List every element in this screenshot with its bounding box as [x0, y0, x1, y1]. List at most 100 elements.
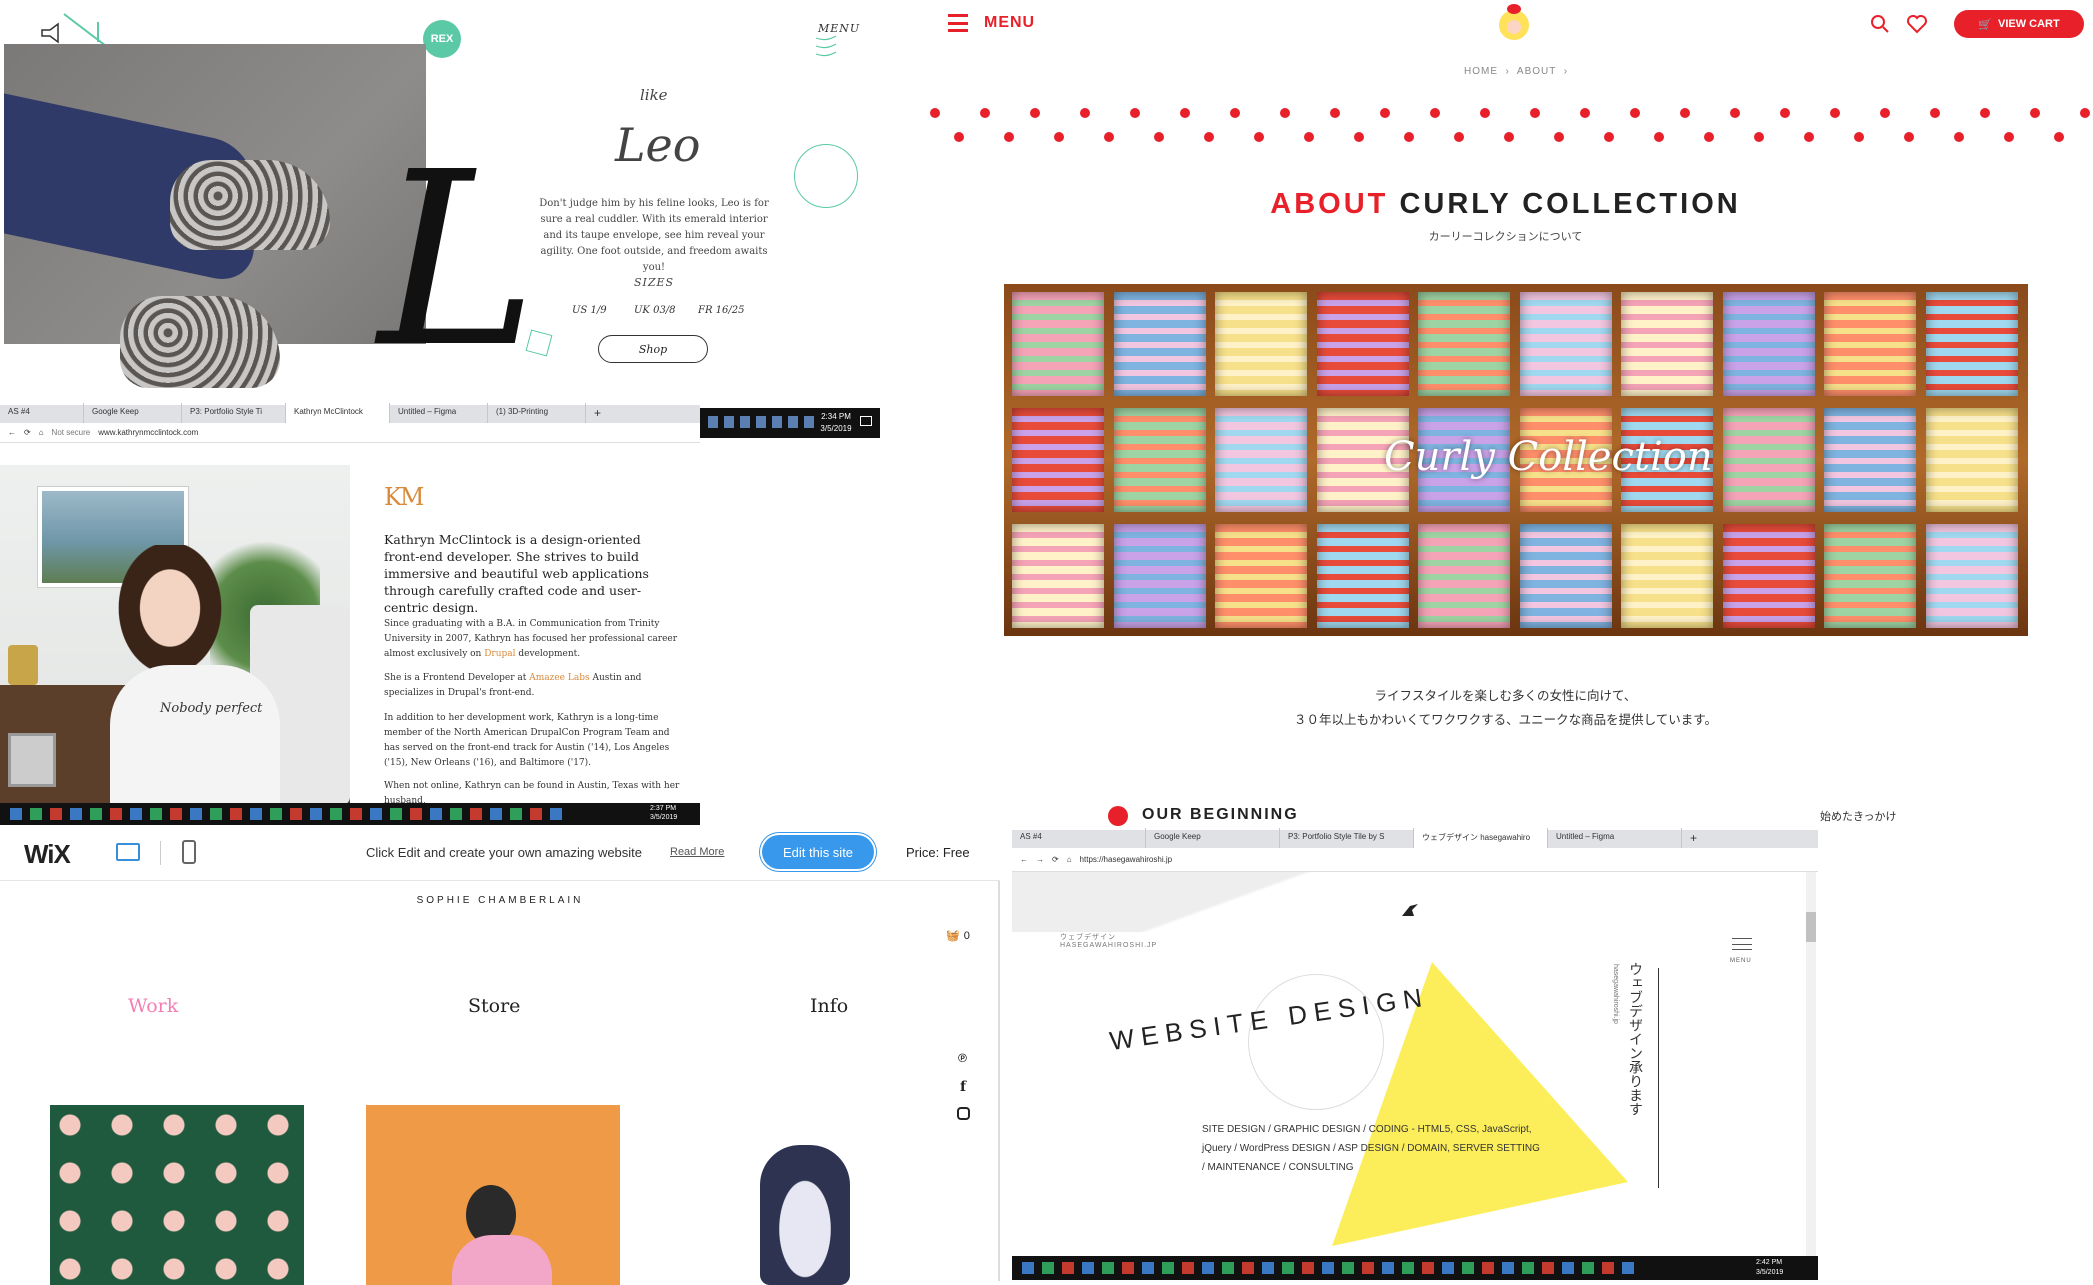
shelf-cubby: [1418, 524, 1510, 628]
notification-icon[interactable]: [860, 416, 872, 426]
km-logo[interactable]: KM: [384, 483, 424, 511]
size-uk[interactable]: UK 03/8: [634, 305, 676, 316]
menu-label[interactable]: MENU: [1730, 958, 1752, 964]
size-fr[interactable]: FR 16/25: [698, 305, 744, 316]
hamburger-line: [948, 29, 968, 32]
nav-work[interactable]: Work: [128, 995, 178, 1017]
scrollbar-thumb[interactable]: [1806, 912, 1816, 942]
polka-dot: [1354, 132, 1364, 142]
shelf-cubby: [1621, 524, 1713, 628]
browser-tab[interactable]: AS #4: [0, 403, 84, 423]
browser-tab[interactable]: AS #4: [1012, 828, 1146, 848]
bio-paragraph-3: In addition to her development work, Kat…: [384, 713, 670, 768]
shelf-cubby: [1012, 524, 1104, 628]
nav-info[interactable]: Info: [810, 995, 848, 1017]
polka-dot: [1830, 108, 1840, 118]
browser-tab[interactable]: Google Keep: [1146, 828, 1280, 848]
polka-dot: [1430, 108, 1440, 118]
scrollbar[interactable]: [1806, 872, 1816, 1256]
description: ライフスタイルを楽しむ多くの女性に向けて、 ３０年以上もかわいくてワクワクする、…: [918, 684, 2093, 732]
scrollbar[interactable]: [998, 881, 1000, 1281]
browser-tab[interactable]: Google Keep: [84, 403, 182, 423]
shop-button[interactable]: Shop: [598, 335, 708, 363]
back-icon[interactable]: ←: [8, 428, 16, 437]
new-tab-icon[interactable]: +: [586, 403, 609, 423]
reload-icon[interactable]: ⟳: [24, 428, 31, 437]
bird-icon[interactable]: [1400, 900, 1420, 920]
mobile-view-icon[interactable]: [182, 840, 196, 864]
tray-icons[interactable]: [708, 416, 818, 428]
browser-tab[interactable]: Untitled – Figma: [1548, 828, 1682, 848]
cart-widget[interactable]: 🧺 0: [946, 929, 970, 943]
price-label: Price: Free: [906, 845, 970, 860]
search-icon[interactable]: [1870, 14, 1890, 34]
hamburger-icon[interactable]: [1732, 938, 1752, 950]
services-line-2: jQuery / WordPress DESIGN / ASP DESIGN /…: [1202, 1143, 1540, 1154]
wix-logo[interactable]: WiX: [24, 839, 71, 870]
taskbar-app-icons[interactable]: [1022, 1262, 1642, 1274]
shelf-cubby: [1722, 292, 1815, 396]
curly-site-panel: MENU 🛒 VIEW CART HOME › ABOUT › ABOUT CUR…: [918, 0, 2093, 800]
breadcrumb: HOME › ABOUT ›: [1464, 66, 1569, 77]
wix-site-panel: WiX Click Edit and create your own amazi…: [0, 825, 1000, 1285]
heart-icon[interactable]: [1906, 14, 1928, 34]
pinterest-icon[interactable]: ℗: [958, 1051, 967, 1065]
section-subtitle: 始めたきっかけ: [1820, 811, 1897, 823]
clown-logo[interactable]: [1489, 4, 1539, 50]
read-more-link[interactable]: Read More: [670, 846, 724, 858]
logo-bow: [1507, 4, 1521, 14]
home-icon[interactable]: ⌂: [39, 428, 44, 437]
work-thumbnail-portrait[interactable]: [366, 1105, 620, 1285]
view-cart-button[interactable]: 🛒 VIEW CART: [1954, 10, 2084, 38]
polka-dot: [2054, 132, 2064, 142]
shelf-cubby: [1925, 292, 2018, 396]
new-tab-icon[interactable]: +: [1682, 828, 1705, 848]
url-text[interactable]: https://hasegawahiroshi.jp: [1080, 855, 1173, 864]
speaker-icon[interactable]: [38, 8, 118, 44]
polka-dot: [930, 108, 940, 118]
hamburger-line: [1732, 944, 1752, 945]
forward-icon[interactable]: →: [1036, 855, 1044, 864]
site-logo[interactable]: ウェブデザイン HASEGAWAHIROSHI.JP: [1060, 932, 1157, 949]
site-name[interactable]: SOPHIE CHAMBERLAIN: [0, 895, 1000, 906]
polka-dot: [1004, 132, 1014, 142]
amazee-link[interactable]: Amazee Labs: [529, 673, 589, 683]
reload-icon[interactable]: ⟳: [1052, 855, 1059, 864]
cart-count: 0: [963, 929, 970, 942]
desktop-view-icon[interactable]: [116, 843, 140, 861]
browser-tab[interactable]: Untitled – Figma: [390, 403, 488, 423]
back-icon[interactable]: ←: [1020, 855, 1028, 864]
menu-link[interactable]: MENU: [984, 14, 1035, 32]
polka-dot: [2030, 108, 2040, 118]
facebook-icon[interactable]: f: [960, 1079, 966, 1095]
address-bar-1[interactable]: ← ⟳ ⌂ Not secure www.kathrynmcclintock.c…: [0, 423, 700, 443]
browser-tab[interactable]: P3: Portfolio Style Ti: [182, 403, 286, 423]
nav-store[interactable]: Store: [468, 995, 520, 1017]
shirt-text: Nobody perfect: [160, 701, 263, 716]
polka-dot: [1254, 132, 1264, 142]
breadcrumb-home[interactable]: HOME: [1464, 66, 1498, 77]
taskbar-app-icons[interactable]: [10, 808, 570, 820]
hamburger-icon[interactable]: [948, 14, 968, 32]
portrait-photo: Nobody perfect: [0, 465, 350, 805]
browser-tab[interactable]: P3: Portfolio Style Tile by S: [1280, 828, 1414, 848]
browser-tab-active[interactable]: ウェブデザイン hasegawahiro: [1414, 828, 1548, 848]
browser-tab[interactable]: (1) 3D-Printing: [488, 403, 586, 423]
browser-tab-active[interactable]: Kathryn McClintock: [286, 403, 390, 423]
shelf-cubby: [1215, 524, 1307, 628]
page-title: ABOUT CURLY COLLECTION: [918, 188, 2093, 221]
polka-dot: [1380, 108, 1390, 118]
breadcrumb-about[interactable]: ABOUT: [1517, 66, 1556, 77]
drupal-link[interactable]: Drupal: [484, 649, 515, 659]
brand-logo[interactable]: REX: [423, 20, 461, 58]
home-icon[interactable]: ⌂: [1067, 855, 1072, 864]
cart-icon: 🛒: [1978, 18, 1992, 31]
work-thumbnail-hands[interactable]: [50, 1105, 304, 1285]
work-thumbnail-pineapple[interactable]: [760, 1145, 850, 1285]
address-bar-2[interactable]: ← → ⟳ ⌂ https://hasegawahiroshi.jp: [1012, 848, 1818, 872]
instagram-icon[interactable]: [957, 1107, 970, 1120]
url-text[interactable]: www.kathrynmcclintock.com: [98, 428, 198, 437]
edit-site-button[interactable]: Edit this site: [762, 835, 874, 869]
size-us[interactable]: US 1/9: [572, 305, 607, 316]
services-list: SITE DESIGN / GRAPHIC DESIGN / CODING - …: [1202, 1120, 1540, 1177]
